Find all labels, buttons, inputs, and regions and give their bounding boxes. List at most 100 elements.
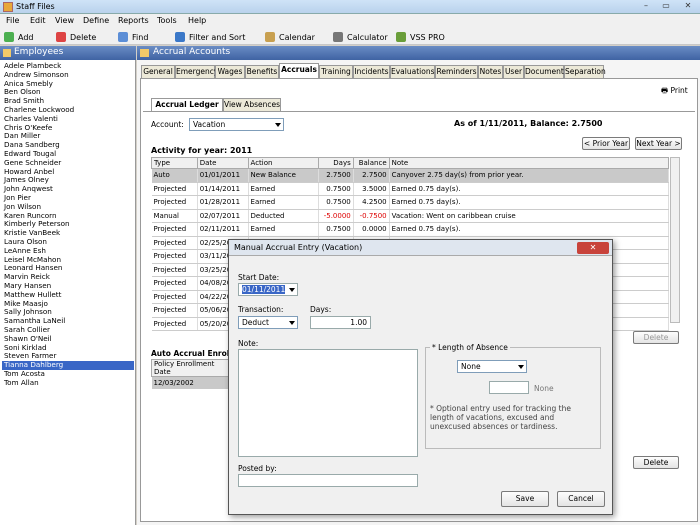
table-cell: Auto [151,168,198,183]
subtab-view-absences[interactable]: View Absences [223,98,281,111]
table-row[interactable]: Projected 02/11/2011 Earned 0.7500 0.0000 Ear… [151,222,670,237]
filter-sort-button[interactable]: Filter and Sort [175,31,245,43]
tab-separation[interactable]: Separation [564,65,606,78]
table-cell: Earned [248,195,319,210]
balance-summary: As of 1/11/2011, Balance: 2.7500 [454,119,603,128]
transaction-select[interactable]: Deduct [238,316,298,329]
ledger-scrollbar[interactable] [670,157,680,323]
posted-by-label: Posted by: [238,464,277,473]
tab-notes[interactable]: Notes [478,65,503,78]
maximize-icon[interactable]: ▭ [660,1,672,12]
length-of-absence-field[interactable] [489,381,529,394]
table-cell: 4.2500 [353,195,390,210]
table-row[interactable]: Projected 01/14/2011 Earned 0.7500 3.5000 Ear… [151,182,670,196]
table-row[interactable]: Auto 01/01/2011 New Balance 2.7500 2.7500 Can… [151,168,670,183]
table-cell: Projected [151,303,198,318]
prior-year-button[interactable]: < Prior Year [582,137,630,150]
col-days[interactable]: Days [317,157,354,169]
close-icon[interactable]: ✕ [682,1,694,12]
start-date-label: Start Date: [238,273,280,282]
days-field[interactable]: 1.00 [310,316,371,329]
tab-wages[interactable]: Wages [215,65,245,78]
table-cell: Projected [151,276,198,291]
tab-reminders[interactable]: Reminders [435,65,478,78]
posted-by-field[interactable] [238,474,418,487]
next-year-button[interactable]: Next Year > [635,137,682,150]
table-cell: 0.7500 [318,182,354,196]
col-date[interactable]: Date [196,157,249,169]
vss-pro-button[interactable]: VSS PRO [396,31,445,43]
tab-documents[interactable]: Documents [524,65,568,78]
start-date-field[interactable]: 01/11/2011 [238,283,298,296]
menu-help[interactable]: Help [188,16,206,25]
app-icon [3,2,13,12]
tab-user[interactable]: User [503,65,524,78]
menu-reports[interactable]: Reports [118,16,149,25]
accrual-panel-header: Accrual Accounts [137,46,700,60]
menu-file[interactable]: File [6,16,19,25]
folder-icon [3,49,11,57]
col-policy-date[interactable]: Policy Enrollment Date [151,359,231,377]
find-button[interactable]: Find [118,31,148,43]
calendar-icon [265,32,275,42]
delete-entry-button[interactable]: Delete [633,331,679,344]
tab-benefits[interactable]: Benefits [245,65,279,78]
table-cell: 01/14/2011 [197,182,249,196]
menu-tools[interactable]: Tools [157,16,177,25]
table-row[interactable]: Projected 01/28/2011 Earned 0.7500 4.2500 Ear… [151,195,670,210]
table-cell: 0.7500 [318,195,354,210]
policy-table: Policy Enrollment Date 12/03/2002 [151,359,231,389]
add-button[interactable]: Add [4,31,34,43]
tab-incidents[interactable]: Incidents [353,65,390,78]
cancel-button[interactable]: Cancel [557,491,605,507]
folder-icon [140,49,149,57]
delete-button[interactable]: Delete [56,31,96,43]
menu-edit[interactable]: Edit [30,16,46,25]
account-select[interactable]: Vacation [189,118,284,131]
note-field[interactable] [238,349,418,457]
table-cell: Projected [151,182,198,196]
delete-enrollment-button[interactable]: Delete [633,456,679,469]
subtab-accrual-ledger[interactable]: Accrual Ledger [151,98,223,111]
table-cell: 02/07/2011 [197,209,249,223]
save-button[interactable]: Save [501,491,549,507]
print-link[interactable]: 🖶 Print [661,85,688,98]
table-cell: 2.7500 [353,168,390,183]
tab-accruals[interactable]: Accruals [279,63,319,79]
table-cell: -5.0000 [318,209,354,223]
table-cell: 01/01/2011 [197,168,249,183]
menu-define[interactable]: Define [83,16,109,25]
col-note[interactable]: Note [388,157,670,169]
table-cell: 01/28/2011 [197,195,249,210]
chevron-down-icon [518,365,524,369]
note-label: Note: [238,339,259,348]
col-action[interactable]: Action [247,157,319,169]
table-cell: -0.7500 [353,209,390,223]
calendar-button[interactable]: Calendar [265,31,315,43]
title-bar: Staff Files – ▭ ✕ [0,0,700,14]
minimize-icon[interactable]: – [640,1,652,12]
length-of-absence-select[interactable]: None [457,360,527,373]
menu-view[interactable]: View [55,16,74,25]
calculator-button[interactable]: Calculator [333,31,388,43]
table-cell: Projected [151,236,198,250]
calculator-icon [333,32,343,42]
tab-training[interactable]: Training [319,65,353,78]
tab-evaluations[interactable]: Evaluations [390,65,435,78]
tab-general[interactable]: General [141,65,175,78]
col-type[interactable]: Type [151,157,198,169]
table-cell: Earned 0.75 day(s). [389,182,670,196]
binoculars-icon [118,32,128,42]
employee-panel-header: Employees [0,46,136,60]
close-icon[interactable]: ✕ [577,242,609,254]
employee-panel: Employees Adele Plambeck Andrew Simonson A… [0,46,136,525]
employee-list: Adele Plambeck Andrew Simonson Anica Smebl… [2,61,134,388]
policy-date-cell[interactable]: 12/03/2002 [151,376,231,389]
table-row[interactable]: Manual 02/07/2011 Deducted -5.0000 -0.7500 Va… [151,209,670,223]
table-cell: New Balance [248,168,319,183]
employee-list-item[interactable]: Tom Allan [2,378,134,388]
tab-emergency[interactable]: Emergency [175,65,218,78]
table-cell: Projected [151,249,198,264]
menu-bar: File Edit View Define Reports Tools Help [0,14,700,28]
col-balance[interactable]: Balance [352,157,390,169]
